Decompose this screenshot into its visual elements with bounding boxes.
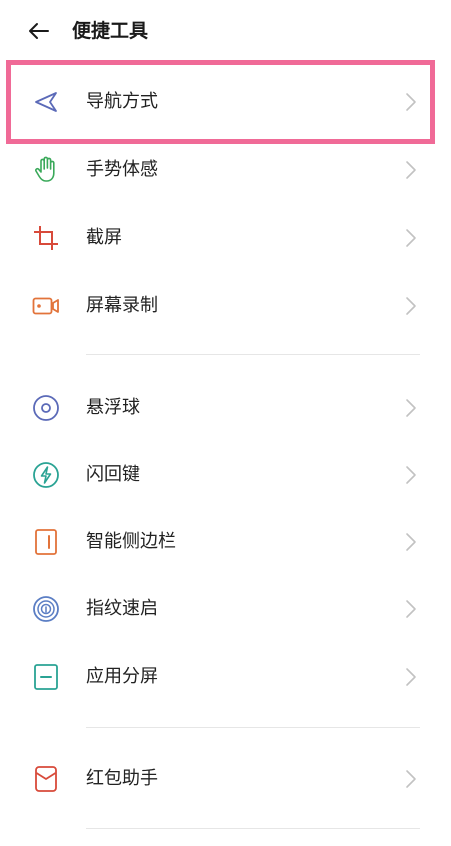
header: 便捷工具 bbox=[0, 0, 451, 62]
menu-item-label: 智能侧边栏 bbox=[86, 531, 176, 552]
chevron-right-icon bbox=[406, 297, 416, 315]
red-envelope-icon bbox=[32, 765, 60, 793]
menu-item-smart-sidebar[interactable]: 智能侧边栏 bbox=[0, 510, 451, 574]
chevron-right-icon bbox=[406, 533, 416, 551]
menu-item-label: 屏幕录制 bbox=[86, 295, 158, 316]
crop-icon bbox=[32, 224, 60, 252]
menu-item-label: 应用分屏 bbox=[86, 666, 158, 687]
hand-gesture-icon bbox=[32, 156, 60, 184]
chevron-right-icon bbox=[406, 668, 416, 686]
menu-item-label: 红包助手 bbox=[86, 768, 158, 789]
menu-item-split-screen[interactable]: 应用分屏 bbox=[0, 645, 451, 709]
menu-item-flashback-key[interactable]: 闪回键 bbox=[0, 443, 451, 507]
menu-item-fingerprint-quick-launch[interactable]: 指纹速启 bbox=[0, 577, 451, 641]
floating-ball-icon bbox=[32, 394, 60, 422]
menu-item-floating-ball[interactable]: 悬浮球 bbox=[0, 376, 451, 440]
split-screen-icon bbox=[32, 663, 60, 691]
fingerprint-icon bbox=[32, 595, 60, 623]
menu-item-label: 截屏 bbox=[86, 227, 122, 248]
section-divider bbox=[86, 354, 420, 355]
highlight-frame bbox=[6, 60, 435, 144]
menu-item-red-envelope-assistant[interactable]: 红包助手 bbox=[0, 747, 451, 811]
page-title: 便捷工具 bbox=[72, 20, 149, 42]
chevron-right-icon bbox=[406, 770, 416, 788]
chevron-right-icon bbox=[406, 229, 416, 247]
menu-item-screen-record[interactable]: 屏幕录制 bbox=[0, 274, 451, 338]
menu-item-label: 悬浮球 bbox=[86, 397, 140, 418]
back-button[interactable] bbox=[22, 14, 56, 48]
menu-item-label: 闪回键 bbox=[86, 464, 140, 485]
flash-icon bbox=[32, 461, 60, 489]
menu-item-gesture[interactable]: 手势体感 bbox=[0, 138, 451, 202]
menu-item-label: 手势体感 bbox=[86, 159, 158, 180]
sidebar-icon bbox=[32, 528, 60, 556]
back-arrow-icon bbox=[29, 23, 49, 39]
video-record-icon bbox=[32, 292, 60, 320]
section-divider bbox=[86, 828, 420, 829]
chevron-right-icon bbox=[406, 161, 416, 179]
chevron-right-icon bbox=[406, 399, 416, 417]
chevron-right-icon bbox=[406, 466, 416, 484]
section-divider bbox=[86, 727, 420, 728]
menu-item-label: 指纹速启 bbox=[86, 598, 158, 619]
chevron-right-icon bbox=[406, 600, 416, 618]
menu-item-screenshot[interactable]: 截屏 bbox=[0, 206, 451, 270]
